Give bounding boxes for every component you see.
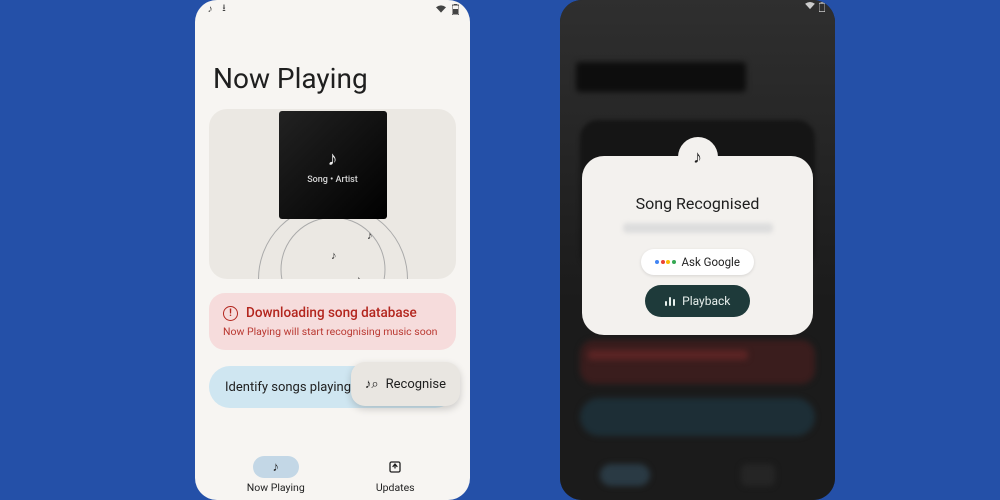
battery-icon [819,2,825,12]
nav-label: Updates [376,481,415,494]
equalizer-icon [665,297,676,306]
music-note-icon: ♪ [331,249,337,262]
ask-google-button[interactable]: Ask Google [641,249,754,275]
nav-label: Now Playing [247,481,305,494]
bottom-nav: ♪ Now Playing Updates [195,450,470,494]
updates-icon [388,460,402,474]
playback-label: Playback [682,294,730,308]
music-note-icon: ♪ [205,4,215,14]
download-icon: ⭳ [219,4,229,14]
ask-google-label: Ask Google [682,255,740,269]
download-alert: ! Downloading song database Now Playing … [209,293,456,350]
phone-song-recognised: ♪ Song Recognised Ask Google Playback [560,0,835,500]
alert-title: Downloading song database [246,305,417,321]
assistant-icon [655,260,676,264]
status-bar: ♪ ⭳ [195,0,470,18]
identify-label: Identify songs playing n [225,380,361,395]
status-bar [805,2,825,12]
music-note-icon: ♪ [355,272,362,279]
nav-updates[interactable]: Updates [372,456,418,494]
song-recognised-dialog: ♪ Song Recognised Ask Google Playback [582,156,813,335]
album-art-placeholder: ♪ Song • Artist [279,111,387,219]
wifi-icon [436,4,446,14]
wifi-icon [805,2,815,12]
music-search-icon: ♪⌕ [365,376,379,392]
battery-icon [450,4,460,14]
hero-card: ♪ Song • Artist ♪ ♪ ♪ [209,109,456,279]
alert-subtitle: Now Playing will start recognising music… [223,325,442,338]
music-note-icon: ♪ [272,459,279,475]
nav-now-playing[interactable]: ♪ Now Playing [247,456,305,494]
phone-now-playing: ♪ ⭳ Now Playing ♪ Song • Artist ♪ ♪ ♪ [195,0,470,500]
album-caption: Song • Artist [307,175,358,185]
alert-icon: ! [223,306,238,321]
music-note-icon: ♪ [678,137,718,177]
music-note-icon: ♪ [367,229,373,242]
recognise-label: Recognise [386,377,446,392]
page-title: Now Playing [213,62,456,95]
dialog-title: Song Recognised [636,194,760,213]
music-note-icon: ♪ [328,146,338,171]
recognise-button[interactable]: ♪⌕ Recognise [351,362,460,406]
playback-button[interactable]: Playback [645,285,751,317]
dialog-subtitle-blurred [623,223,773,233]
